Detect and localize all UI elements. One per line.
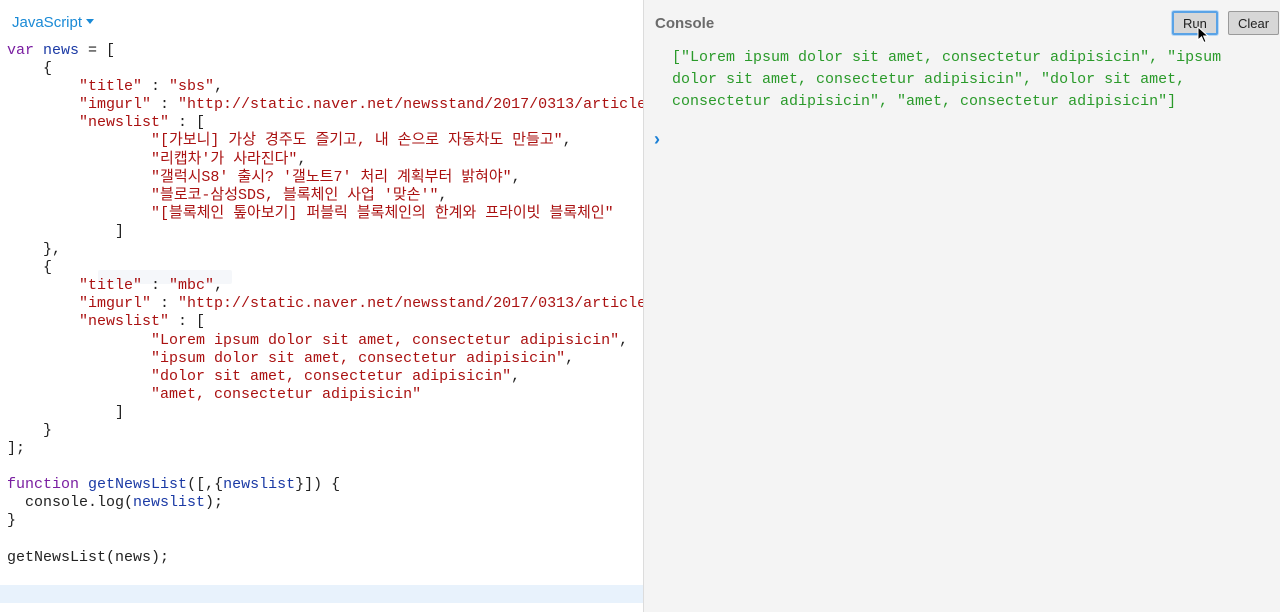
code-line[interactable]: "imgurl" : "http://static.naver.net/news…	[7, 96, 643, 114]
code-line[interactable]: ];	[7, 440, 643, 458]
console-prompt-icon[interactable]: ›	[654, 129, 660, 150]
code-line[interactable]: "title" : "mbc",	[7, 277, 643, 295]
code-line[interactable]	[7, 531, 643, 549]
code-line[interactable]: function getNewsList([,{newslist}]) {	[7, 476, 643, 494]
code-line[interactable]: }	[7, 512, 643, 530]
console-output: ["Lorem ipsum dolor sit amet, consectetu…	[672, 49, 1222, 110]
code-line[interactable]: "Lorem ipsum dolor sit amet, consectetur…	[7, 332, 643, 350]
code-line[interactable]: "ipsum dolor sit amet, consectetur adipi…	[7, 350, 643, 368]
code-line[interactable]: "newslist" : [	[7, 313, 643, 331]
code-line[interactable]: "newslist" : [	[7, 114, 643, 132]
code-line[interactable]: {	[7, 259, 643, 277]
mouse-pointer-icon	[1197, 26, 1210, 44]
code-line[interactable]: ]	[7, 404, 643, 422]
code-line[interactable]: var news = [	[7, 42, 643, 60]
code-line[interactable]: {	[7, 60, 643, 78]
code-line[interactable]	[7, 567, 643, 585]
code-line[interactable]: "[가보니] 가상 경주도 즐기고, 내 손으로 자동차도 만들고",	[7, 132, 643, 150]
code-line[interactable]: "title" : "sbs",	[7, 78, 643, 96]
code-line[interactable]: console.log(newslist);	[7, 494, 643, 512]
code-line[interactable]: getNewsList(news);	[7, 549, 643, 567]
code-line[interactable]	[7, 458, 643, 476]
code-line[interactable]: "블로코-삼성SDS, 블록체인 사업 '맞손'",	[7, 187, 643, 205]
code-editor-pane[interactable]: JavaScript var news = [ { "title" : "sbs…	[0, 0, 644, 612]
language-label: JavaScript	[12, 14, 83, 31]
code-area[interactable]: var news = [ { "title" : "sbs", "imgurl"…	[0, 42, 643, 603]
code-line[interactable]: "갤럭시S8' 출시? '갤노트7' 처리 계획부터 밝혀야",	[7, 169, 643, 187]
language-dropdown[interactable]: JavaScript	[12, 14, 95, 31]
code-line[interactable]: "imgurl" : "http://static.naver.net/news…	[7, 295, 643, 313]
code-line[interactable]: }	[7, 422, 643, 440]
code-line[interactable]: },	[7, 241, 643, 259]
code-line[interactable]: ]	[7, 223, 643, 241]
console-pane: Console Run Clear ["Lorem ipsum dolor si…	[644, 0, 1280, 612]
code-line[interactable]: "리캡차'가 사라진다",	[7, 151, 643, 169]
code-line[interactable]: "[블록체인 톺아보기] 퍼블릭 블록체인의 한계와 프라이빗 블록체인"	[7, 205, 643, 223]
code-line[interactable]: "amet, consectetur adipisicin"	[7, 386, 643, 404]
code-line[interactable]: "dolor sit amet, consectetur adipisicin"…	[7, 368, 643, 386]
clear-button[interactable]: Clear	[1228, 11, 1280, 35]
chevron-down-icon	[86, 19, 95, 24]
console-title: Console	[655, 15, 715, 32]
code-line[interactable]	[0, 584, 643, 603]
